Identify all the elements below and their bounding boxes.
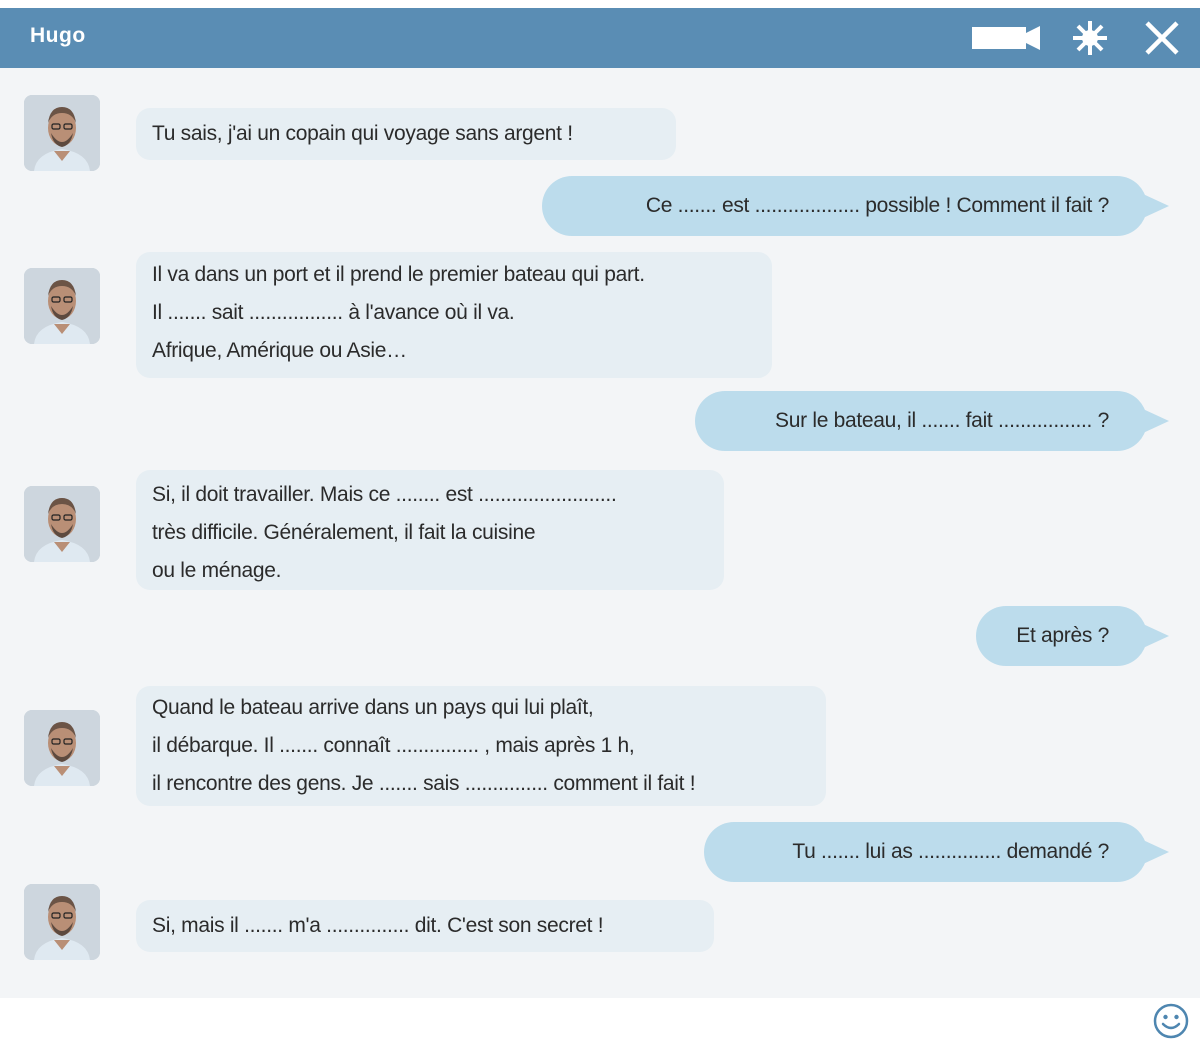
message-bubble-outgoing[interactable]: Sur le bateau, il ....... fait .........… bbox=[695, 391, 1169, 451]
message-text: Il va dans un port et il prend le premie… bbox=[152, 263, 645, 286]
message-bubble-incoming[interactable]: Tu sais, j'ai un copain qui voyage sans … bbox=[136, 108, 676, 160]
message-text: Ce ....... est ................... possi… bbox=[645, 194, 1109, 217]
message-text: ou le ménage. bbox=[152, 559, 282, 582]
message-text: il débarque. Il ....... connaît ........… bbox=[152, 734, 635, 757]
message-text: très difficile. Généralement, il fait la… bbox=[152, 521, 536, 544]
emoji-button[interactable] bbox=[1152, 1002, 1190, 1040]
message-bubble-incoming[interactable]: Quand le bateau arrive dans un pays qui … bbox=[136, 686, 826, 806]
message-text: Si, il doit travailler. Mais ce ........… bbox=[152, 483, 617, 506]
contact-photo-icon bbox=[24, 710, 100, 786]
message-text: Si, mais il ....... m'a ............... … bbox=[152, 914, 604, 937]
message-list[interactable]: Tu sais, j'ai un copain qui voyage sans … bbox=[0, 68, 1200, 998]
message-text: Quand le bateau arrive dans un pays qui … bbox=[152, 696, 594, 719]
contact-photo-icon bbox=[24, 486, 100, 562]
message-text: Et après ? bbox=[1016, 624, 1109, 647]
contact-photo-icon bbox=[24, 884, 100, 960]
avatar bbox=[24, 268, 100, 344]
title-bar: Hugo bbox=[0, 8, 1200, 68]
message-bubble-outgoing[interactable]: Ce ....... est ................... possi… bbox=[542, 176, 1169, 236]
video-call-button[interactable] bbox=[968, 8, 1044, 68]
chat-title: Hugo bbox=[30, 24, 86, 47]
message-bubble-outgoing[interactable]: Tu ....... lui as ............... demand… bbox=[704, 822, 1169, 882]
settings-button[interactable] bbox=[1068, 8, 1112, 68]
chat-window: Hugo Tu sais, j'ai un copain qui voyage … bbox=[0, 0, 1200, 1040]
avatar bbox=[24, 486, 100, 562]
message-bubble-incoming[interactable]: Si, il doit travailler. Mais ce ........… bbox=[136, 470, 724, 590]
avatar bbox=[24, 710, 100, 786]
contact-photo-icon bbox=[24, 95, 100, 171]
avatar bbox=[24, 95, 100, 171]
message-bubble-incoming[interactable]: Il va dans un port et il prend le premie… bbox=[136, 252, 772, 378]
close-icon bbox=[1145, 21, 1179, 55]
close-button[interactable] bbox=[1138, 8, 1186, 68]
contact-photo-icon bbox=[24, 268, 100, 344]
message-text: il rencontre des gens. Je ....... sais .… bbox=[152, 772, 696, 795]
message-text: Afrique, Amérique ou Asie… bbox=[152, 339, 407, 362]
message-text: Tu sais, j'ai un copain qui voyage sans … bbox=[152, 122, 573, 145]
smiley-icon bbox=[1153, 1003, 1189, 1039]
message-bubble-outgoing[interactable]: Et après ? bbox=[976, 606, 1169, 666]
video-camera-icon bbox=[972, 26, 1040, 50]
settings-icon bbox=[1073, 21, 1107, 55]
avatar bbox=[24, 884, 100, 960]
input-bar[interactable] bbox=[0, 998, 1200, 1040]
message-bubble-incoming[interactable]: Si, mais il ....... m'a ............... … bbox=[136, 900, 714, 952]
message-text: Sur le bateau, il ....... fait .........… bbox=[775, 409, 1109, 432]
message-text: Tu ....... lui as ............... demand… bbox=[792, 840, 1109, 863]
message-text: Il ....... sait ................. à l'av… bbox=[152, 301, 515, 324]
